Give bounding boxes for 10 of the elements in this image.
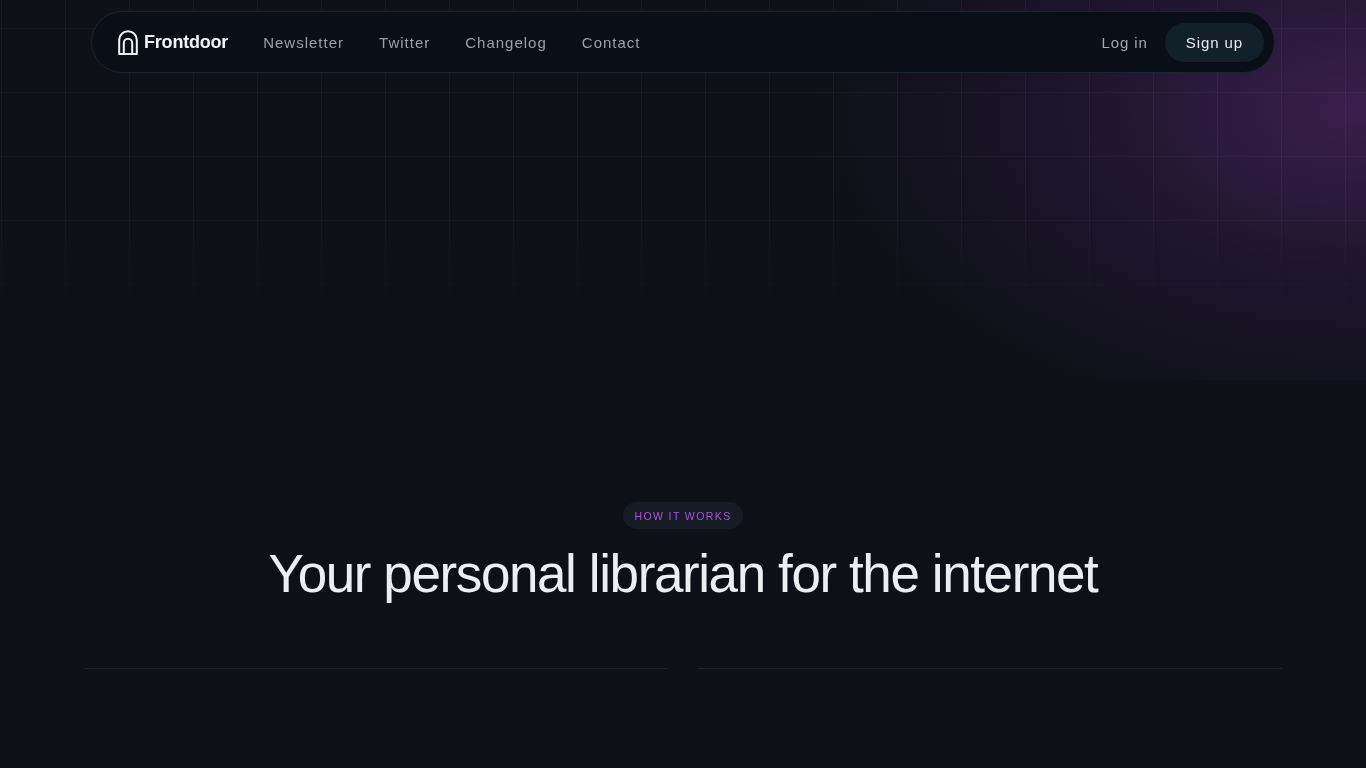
nav-link[interactable]: Newsletter xyxy=(263,33,345,51)
login-link[interactable]: Log in xyxy=(1101,33,1148,51)
arch-logo-icon xyxy=(118,29,138,55)
nav-link[interactable]: Contact xyxy=(581,33,641,51)
section-heading: Your personal librarian for the internet xyxy=(268,543,1098,605)
brand-logo[interactable]: Frontdoor xyxy=(118,29,229,55)
nav-link[interactable]: Twitter xyxy=(379,33,431,51)
section-badge: HOW IT WORKS xyxy=(623,502,743,529)
signup-button[interactable]: Sign up xyxy=(1164,22,1264,62)
nav-link[interactable]: Changelog xyxy=(465,33,547,51)
